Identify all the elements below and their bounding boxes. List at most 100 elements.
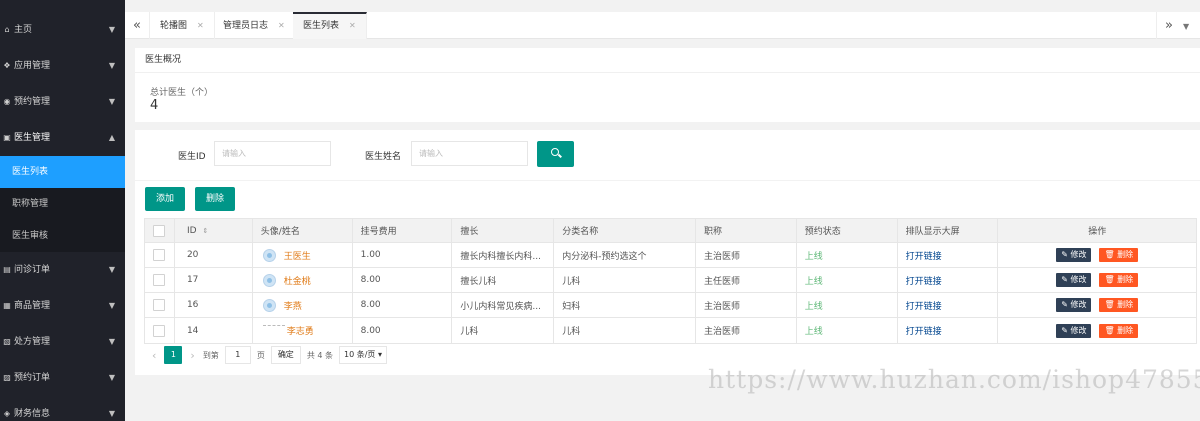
row-checkbox[interactable]: [153, 299, 166, 311]
sidebar-subitem[interactable]: 职称管理: [0, 188, 125, 220]
prev-page-icon[interactable]: ‹: [152, 349, 156, 362]
cell-specialty: 小儿内科常见疾病...: [452, 293, 555, 317]
doctor-name[interactable]: 杜金桃: [284, 274, 311, 287]
chevron-down-icon: ▼: [108, 301, 115, 310]
sidebar-item[interactable]: ▧ 处方管理 ▼: [0, 324, 125, 360]
column-label: ID: [186, 225, 197, 236]
chevron-down-icon: ▼: [108, 61, 115, 70]
row-checkbox[interactable]: [153, 274, 166, 286]
column-header-actions: 操作: [1088, 227, 1107, 237]
row-checkbox[interactable]: [153, 324, 166, 337]
column-header-id[interactable]: ID ⇕: [175, 219, 253, 242]
delete-row-button[interactable]: 🗑 删除: [1099, 323, 1139, 338]
prescription-icon: ▧: [3, 337, 11, 346]
sidebar-subitem[interactable]: 医生审核: [0, 220, 125, 252]
tab-admin-log[interactable]: 管理员日志 ✕: [213, 12, 296, 39]
column-header-fee: 挂号费用: [353, 219, 453, 242]
sidebar-item[interactable]: ▨ 预约订单 ▼: [0, 360, 125, 396]
delete-row-button[interactable]: 🗑 删除: [1099, 298, 1139, 312]
users-icon: ▣: [3, 133, 11, 142]
cell-fee: 8.00: [353, 293, 453, 317]
open-link[interactable]: 打开链接: [906, 249, 942, 262]
cell-id: 16: [175, 293, 253, 317]
close-icon[interactable]: ✕: [278, 21, 285, 30]
chevron-down-icon: ▼: [108, 97, 115, 106]
pagination: ‹ 1 › 到第 1 页 确定 共 4 条 10 条/页 ▾: [144, 343, 387, 367]
sidebar-item[interactable]: ▦ 商品管理 ▼: [0, 288, 125, 324]
sidebar-item[interactable]: ⌂ 主页 ▼: [0, 12, 125, 48]
tab-scroll-left-icon[interactable]: «: [125, 12, 150, 39]
edit-button[interactable]: ✎ 修改: [1056, 248, 1092, 262]
order-icon: ▨: [3, 373, 11, 382]
add-button[interactable]: 添加: [145, 187, 186, 211]
open-link[interactable]: 打开链接: [906, 324, 942, 337]
row-checkbox[interactable]: [153, 249, 166, 261]
doctor-name[interactable]: 李燕: [284, 299, 302, 312]
search-button[interactable]: [537, 141, 574, 167]
cell-fee: 1.00: [353, 243, 453, 267]
tab-scroll-right-icon[interactable]: » ▼: [1156, 12, 1200, 39]
chevron-down-icon: ▼: [108, 373, 115, 382]
next-page-icon[interactable]: ›: [190, 349, 194, 362]
goto-label: 到第: [202, 350, 219, 360]
cell-queue-screen: 打开链接: [898, 318, 999, 343]
sidebar-item[interactable]: ▤ 问诊订单 ▼: [0, 252, 125, 288]
column-header-avatar-name: 头像/姓名: [253, 219, 353, 242]
close-icon[interactable]: ✕: [349, 21, 356, 30]
table-row: 20 王医生 1.00 擅长内科擅长内科... 内分泌科-预约选这个 主治医师 上线 打开链接…: [145, 243, 1196, 268]
cell-queue-screen: 打开链接: [898, 243, 999, 267]
sidebar-subnav: 医生列表 职称管理 医生审核: [0, 156, 125, 252]
stat-label: 总计医生（个）: [150, 88, 214, 98]
tab-label: 轮播图: [160, 21, 188, 31]
calendar-icon: ◉: [3, 97, 11, 106]
edit-button[interactable]: ✎ 修改: [1056, 298, 1092, 312]
overview-card: 医生概况 总计医生（个） 4: [135, 48, 1200, 122]
doctor-list-card: 医生ID 请输入 医生姓名 请输入 添加 删除 ID ⇕ 头像/姓名 挂号费用 擅…: [135, 130, 1200, 375]
select-all-checkbox[interactable]: [153, 224, 166, 237]
goto-page-input[interactable]: 1: [224, 346, 251, 364]
doctor-name[interactable]: 王医生: [284, 249, 311, 262]
cell-actions: ✎ 修改 🗑 删除: [998, 293, 1196, 317]
open-link[interactable]: 打开链接: [906, 299, 942, 312]
edit-button[interactable]: ✎ 修改: [1056, 323, 1092, 338]
cell-status: 上线: [797, 243, 898, 267]
sidebar-item[interactable]: ▣ 医生管理 ▲: [0, 120, 125, 156]
tab-doctor-list[interactable]: 医生列表 ✕: [293, 12, 367, 39]
edit-button[interactable]: ✎ 修改: [1056, 273, 1092, 287]
delete-button[interactable]: 删除: [195, 187, 236, 211]
chevron-down-icon: ▼: [108, 409, 115, 418]
cell-specialty: 擅长儿科: [452, 268, 555, 292]
sidebar-item[interactable]: ❖ 应用管理 ▼: [0, 48, 125, 84]
chevron-down-icon[interactable]: ▼: [1183, 22, 1189, 31]
cell-id: 14: [175, 318, 253, 343]
doctor-name-input[interactable]: 请输入: [411, 141, 528, 166]
status-badge: 上线: [804, 251, 823, 262]
goods-icon: ▦: [3, 301, 11, 310]
sidebar-item[interactable]: ◈ 财务信息 ▼: [0, 396, 125, 421]
home-icon: ⌂: [4, 25, 10, 34]
chevron-down-icon: ▼: [108, 25, 115, 34]
total-count: 共 4 条: [306, 350, 333, 360]
tab-carousel[interactable]: 轮播图 ✕: [150, 12, 215, 39]
delete-row-button[interactable]: 🗑 删除: [1099, 273, 1139, 287]
sidebar-item[interactable]: ◉ 预约管理 ▼: [0, 84, 125, 120]
tab-label: 管理员日志: [223, 21, 269, 31]
close-icon[interactable]: ✕: [197, 21, 204, 30]
sort-icon[interactable]: ⇕: [203, 227, 209, 235]
page-number-current[interactable]: 1: [164, 346, 183, 364]
sidebar: ⌂ 主页 ▼ ❖ 应用管理 ▼ ◉ 预约管理 ▼ ▣ 医生管理 ▲ 医生列表 职称管理 医生审核 ▤ 问诊订单 ▼…: [0, 0, 125, 421]
cell-avatar-name: 李燕: [253, 293, 353, 317]
table-row: 17 杜金桃 8.00 擅长儿科 儿科 主任医师 上线 打开链接 ✎ 修改 🗑 删除: [145, 268, 1196, 293]
page-size-select[interactable]: 10 条/页 ▾: [339, 346, 387, 364]
sidebar-subitem[interactable]: 医生列表: [0, 156, 125, 188]
divider: [135, 180, 1200, 181]
chevron-down-icon: ▾: [377, 350, 382, 359]
doctor-name[interactable]: 李志勇: [287, 324, 314, 337]
goto-confirm-button[interactable]: 确定: [270, 346, 301, 364]
column-header-category: 分类名称: [554, 219, 696, 242]
delete-row-button[interactable]: 🗑 删除: [1099, 248, 1139, 262]
avatar: [262, 248, 276, 262]
sidebar-item-label: 商品管理: [14, 301, 51, 311]
doctor-id-input[interactable]: 请输入: [214, 141, 331, 166]
open-link[interactable]: 打开链接: [906, 274, 942, 287]
